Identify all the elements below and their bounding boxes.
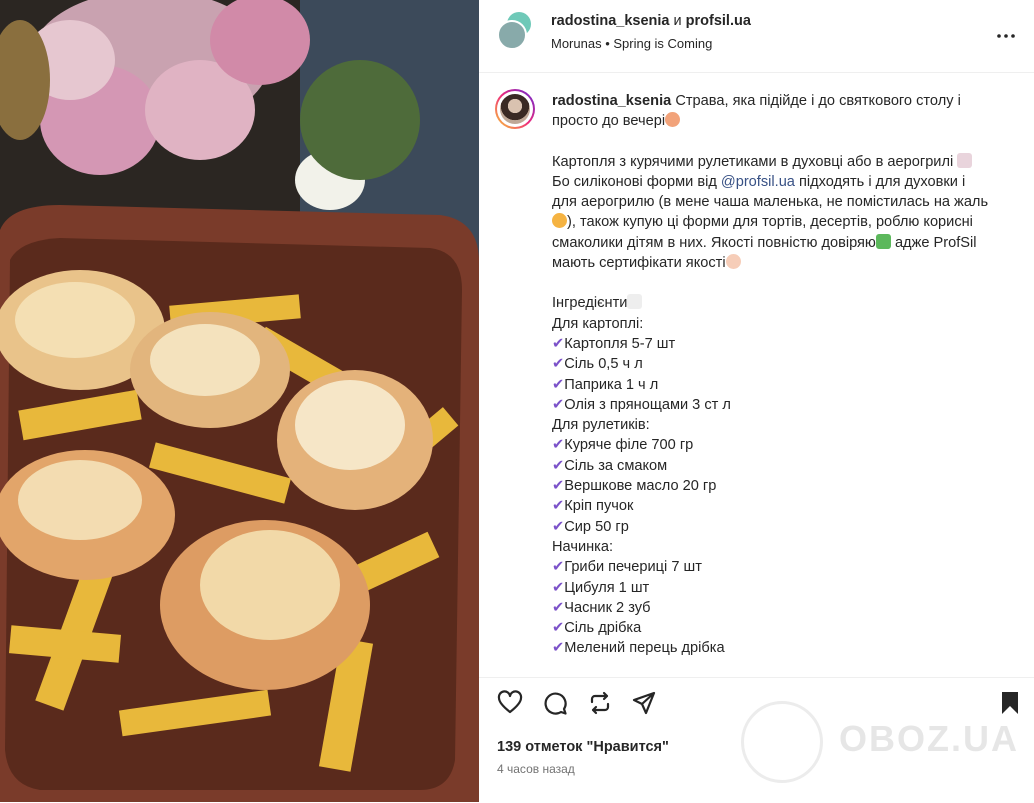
smile-emoji-icon <box>552 213 567 229</box>
ingredient-text: Сіль 0,5 ч л <box>564 356 643 373</box>
ingredient-text: Мелений перець дрібка <box>564 640 725 657</box>
ingredient-text: Куряче філе 700 гр <box>564 437 694 454</box>
notepad-emoji-icon <box>627 294 643 310</box>
post-panel: radostina_ksenia и profsil.ua Morunas • … <box>479 0 1034 802</box>
caption-username[interactable]: radostina_ksenia <box>552 93 671 109</box>
ingredient-text: Олія з прянощами 3 ст л <box>564 396 731 413</box>
audio-track[interactable]: Morunas • Spring is Coming <box>551 36 712 51</box>
action-bar: OBOZ.UA 139 отметок "Нравится" 4 часов н… <box>479 677 1034 803</box>
check-icon: ✔ <box>552 599 565 616</box>
check-icon: ✔ <box>552 356 565 373</box>
ingredient-item: ✔Сіль за смаком <box>552 456 992 476</box>
check-mark-emoji-icon <box>875 233 891 249</box>
avatar-radostina[interactable] <box>497 20 527 50</box>
caption-text-part: Бо силіконові форми від <box>552 173 721 190</box>
ingredient-text: Цибуля 1 шт <box>564 579 650 596</box>
ingredient-item: ✔Кріп пучок <box>552 496 992 516</box>
likes-count[interactable]: 139 отметок "Нравится" <box>497 739 669 755</box>
ingredient-item: ✔Сир 50 гр <box>552 517 992 537</box>
ingredient-text: Гриби печериці 7 шт <box>564 559 702 576</box>
ingredient-item: ✔Куряче філе 700 гр <box>552 435 992 455</box>
ingredient-item: ✔Сіль дрібка <box>552 618 992 638</box>
ingredient-item: ✔Часник 2 зуб <box>552 598 992 618</box>
post-photo[interactable] <box>0 0 479 802</box>
send-icon[interactable] <box>631 690 657 716</box>
author-link[interactable]: radostina_ksenia <box>551 13 669 29</box>
ingredient-item: ✔Вершкове масло 20 гр <box>552 476 992 496</box>
coauthor-link[interactable]: profsil.ua <box>686 13 751 29</box>
ingredient-text: Сіль дрібка <box>564 620 642 637</box>
ingredient-item: ✔Гриби печериці 7 шт <box>552 557 992 577</box>
ingredient-item: ✔Паприка 1 ч л <box>552 375 992 395</box>
potato-ingredients: ✔Картопля 5-7 шт ✔Сіль 0,5 ч л ✔Паприка 1 … <box>552 334 992 415</box>
cook-emoji-icon <box>957 152 973 168</box>
ingredient-text: Картопля 5-7 шт <box>564 335 676 352</box>
ingredient-text: Кріп пучок <box>564 498 634 515</box>
potato-heading: Для картоплі: <box>552 315 644 332</box>
more-icon[interactable] <box>996 26 1016 46</box>
check-icon: ✔ <box>552 437 565 454</box>
roll-heading: Для рулетиків: <box>552 417 650 434</box>
watermark-text: OBOZ.UA <box>839 718 1019 759</box>
filling-ingredients: ✔Гриби печериці 7 шт ✔Цибуля 1 шт ✔Часник … <box>552 557 992 658</box>
check-icon: ✔ <box>552 396 565 413</box>
caption-text: radostina_ksenia Страва, яка підійде і д… <box>552 91 992 659</box>
check-icon: ✔ <box>552 335 565 352</box>
ingredient-item: ✔Цибуля 1 шт <box>552 578 992 598</box>
check-icon: ✔ <box>552 640 565 657</box>
ingredient-text: Вершкове масло 20 гр <box>564 478 717 495</box>
ingredient-text: Сир 50 гр <box>564 518 629 535</box>
caption-dish: Картопля з курячими рулетиками в духовці… <box>552 153 954 170</box>
post-header: radostina_ksenia и profsil.ua Morunas • … <box>479 0 1034 73</box>
ingredient-item: ✔Сіль 0,5 ч л <box>552 354 992 374</box>
mention-link[interactable]: @profsil.ua <box>721 174 795 190</box>
check-icon: ✔ <box>552 559 565 576</box>
check-icon: ✔ <box>552 620 565 637</box>
author-separator: и <box>673 13 682 29</box>
ingredient-item: ✔Олія з прянощами 3 ст л <box>552 395 992 415</box>
comment-icon[interactable] <box>542 690 568 716</box>
check-icon: ✔ <box>552 457 565 474</box>
check-icon: ✔ <box>552 518 565 535</box>
post-authors: radostina_ksenia и profsil.ua <box>551 13 751 29</box>
caption-avatar[interactable] <box>495 89 535 129</box>
ingredients-heading: Інгредієнти <box>552 295 628 312</box>
handshake-emoji-icon <box>725 254 741 270</box>
ingredient-text: Сіль за смаком <box>564 457 668 474</box>
ingredient-item: ✔Картопля 5-7 шт <box>552 334 992 354</box>
bookmark-icon[interactable] <box>997 690 1023 716</box>
ingredient-text: Паприка 1 ч л <box>564 376 659 393</box>
ingredient-item: ✔Мелений перець дрібка <box>552 638 992 658</box>
heart-icon[interactable] <box>497 690 523 716</box>
check-icon: ✔ <box>552 579 565 596</box>
post-time[interactable]: 4 часов назад <box>497 762 575 776</box>
filling-heading: Начинка: <box>552 538 614 555</box>
check-icon: ✔ <box>552 478 565 495</box>
check-icon: ✔ <box>552 498 565 515</box>
ingredient-text: Часник 2 зуб <box>564 599 651 616</box>
roll-ingredients: ✔Куряче філе 700 гр ✔Сіль за смаком ✔Вершк… <box>552 435 992 536</box>
smiling-hearts-emoji-icon <box>665 112 681 128</box>
repost-icon[interactable] <box>587 690 613 716</box>
watermark-logo <box>741 701 823 783</box>
check-icon: ✔ <box>552 376 565 393</box>
caption-section: radostina_ksenia Страва, яка підійде і д… <box>479 73 1034 676</box>
